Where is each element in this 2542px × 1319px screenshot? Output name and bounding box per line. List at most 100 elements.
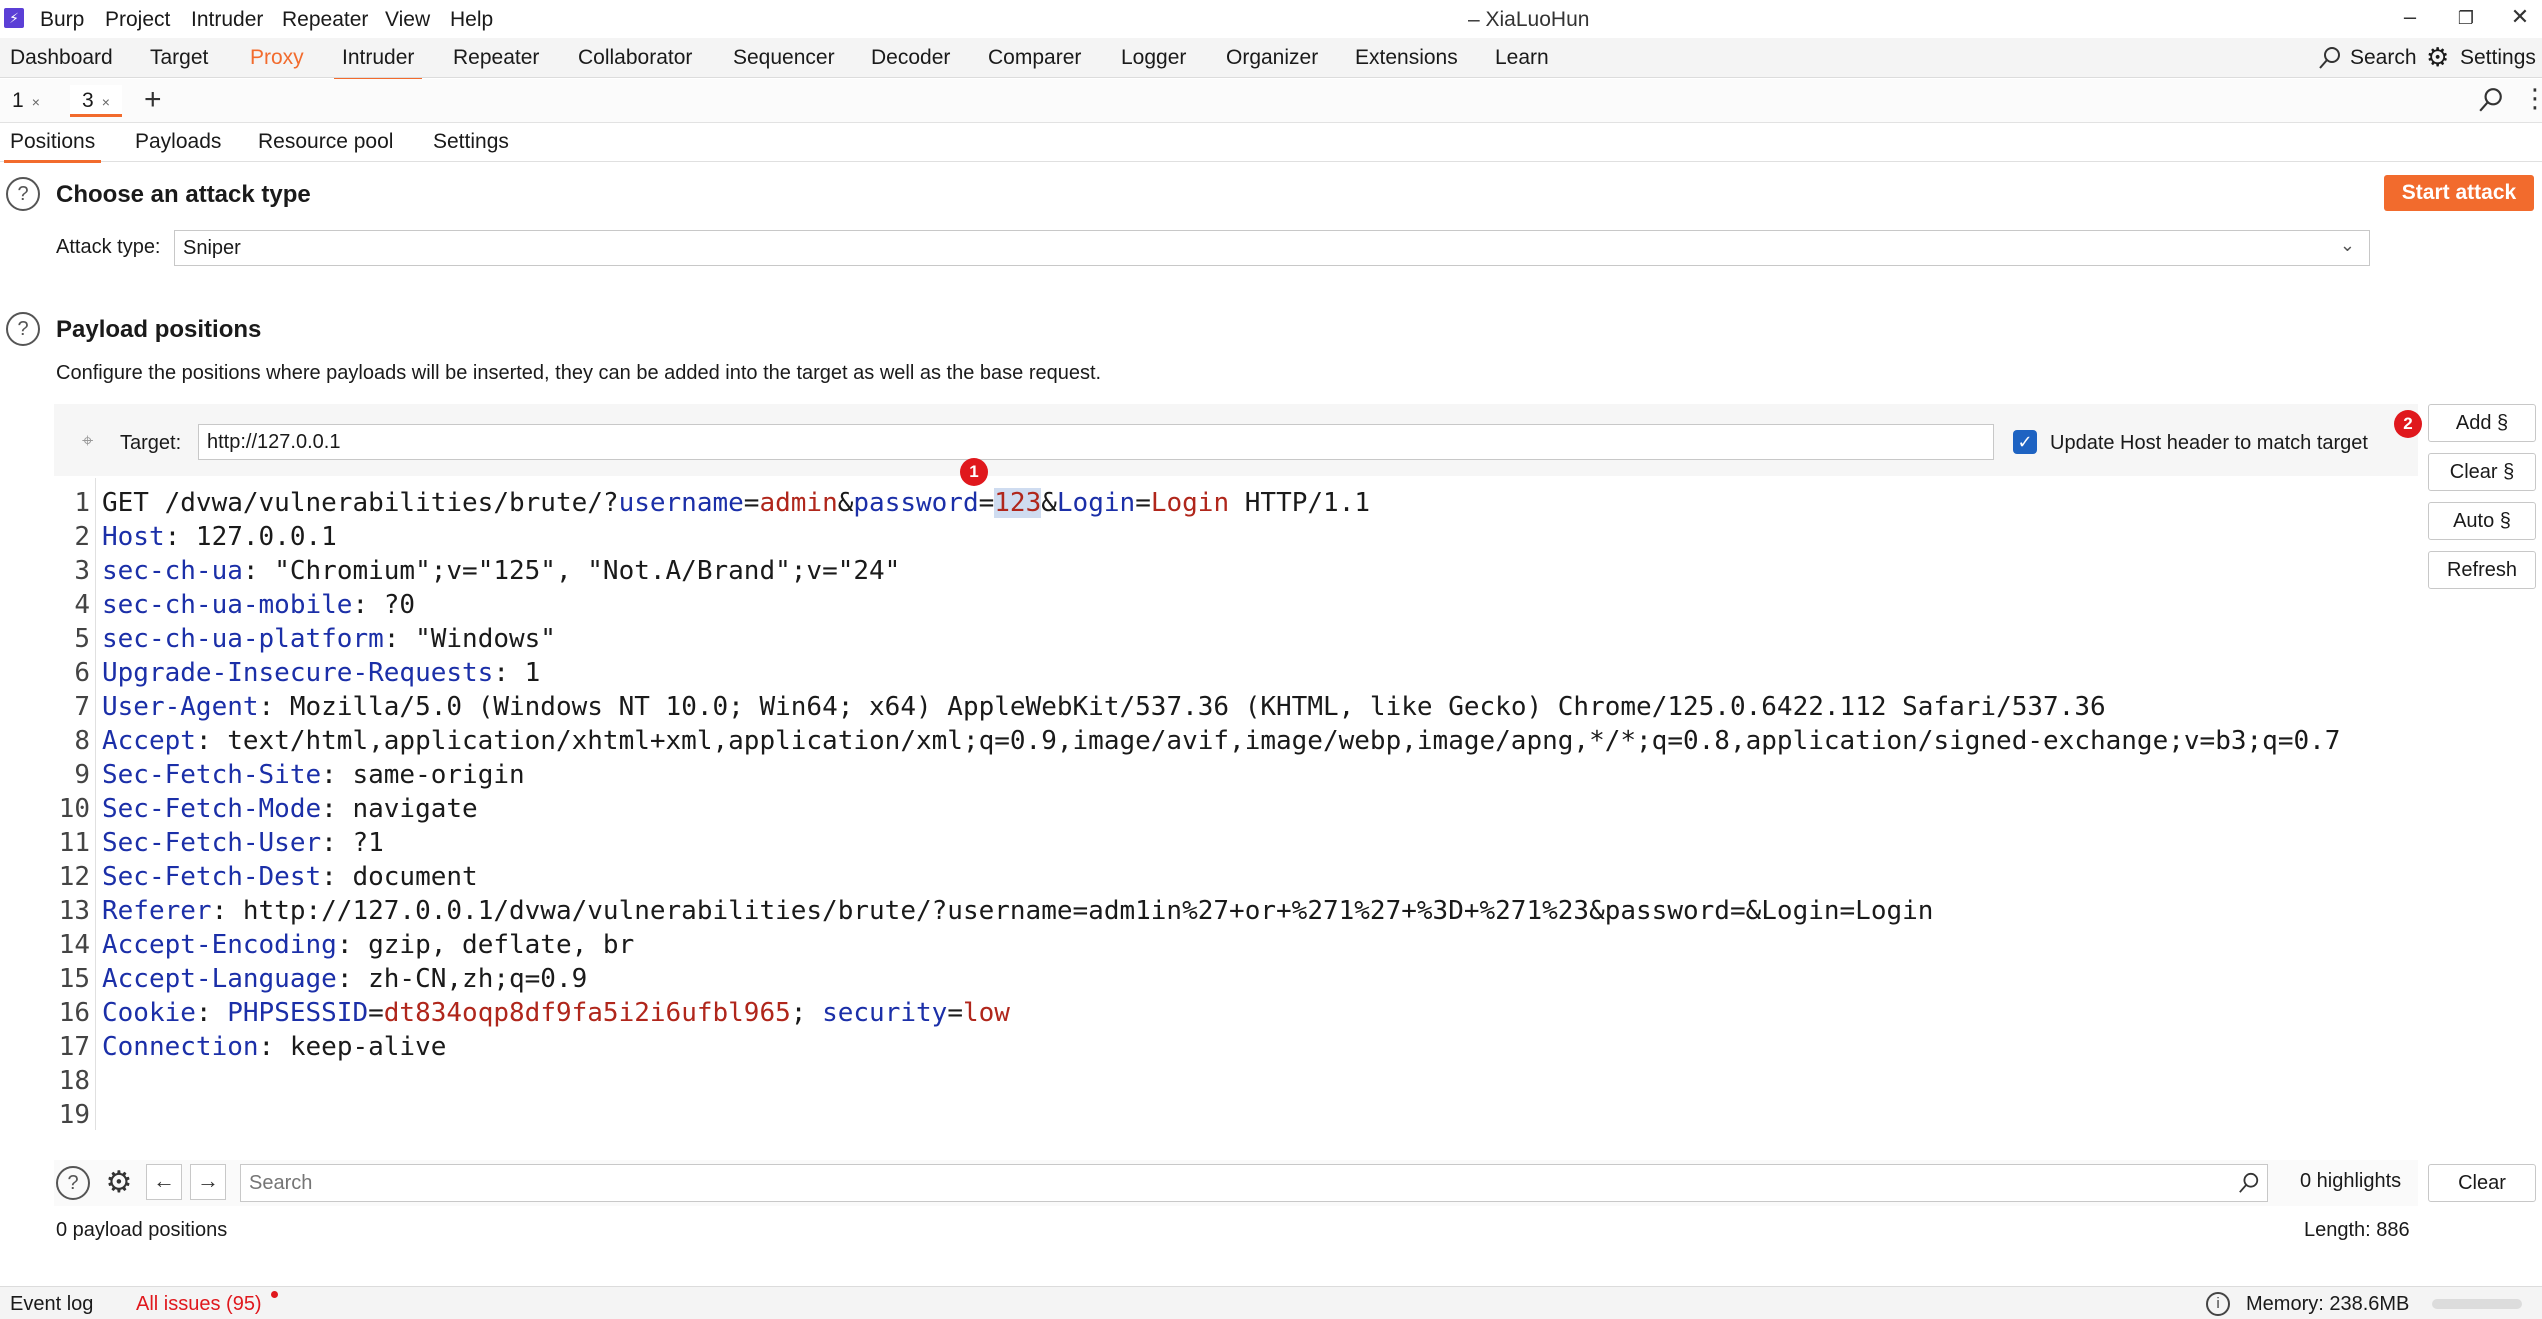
header-line: sec-ch-ua: "Chromium";v="125", "Not.A/Br…: [102, 556, 901, 586]
clear-markers-button[interactable]: Clear §: [2428, 453, 2536, 491]
header-name: Accept-Language: [102, 964, 337, 994]
target-input[interactable]: http://127.0.0.1: [198, 424, 1994, 460]
header-name: Accept: [102, 726, 196, 756]
settings-button[interactable]: Settings: [2460, 46, 2536, 70]
menu-help[interactable]: Help: [450, 8, 493, 32]
help-icon[interactable]: ?: [56, 1166, 90, 1200]
add-marker-button[interactable]: Add §: [2428, 404, 2536, 442]
close-tab-icon[interactable]: ×: [102, 94, 110, 110]
request-line: GET /dvwa/vulnerabilities/brute/?usernam…: [102, 488, 1371, 518]
gear-icon[interactable]: ⚙: [2426, 42, 2449, 73]
tab-learn[interactable]: Learn: [1495, 46, 1549, 70]
header-name: Sec-Fetch-Site: [102, 760, 322, 790]
header-name: sec-ch-ua: [102, 556, 243, 586]
menu-repeater[interactable]: Repeater: [282, 8, 368, 32]
search-icon[interactable]: [2478, 87, 2504, 118]
header-line: Host: 127.0.0.1: [102, 522, 337, 552]
tab-extensions[interactable]: Extensions: [1355, 46, 1458, 70]
tab-proxy[interactable]: Proxy: [250, 46, 304, 70]
menu-burp[interactable]: Burp: [40, 8, 84, 32]
cookie-key: PHPSESSID: [227, 998, 369, 1028]
instance-tab-3[interactable]: 3 ×: [70, 85, 122, 117]
param-value: Login: [1150, 488, 1230, 518]
line-number: 16: [58, 998, 90, 1028]
tab-settings[interactable]: Settings: [433, 130, 509, 154]
line-number: 5: [74, 624, 90, 654]
tab-target[interactable]: Target: [150, 46, 208, 70]
gear-icon[interactable]: ⚙: [100, 1164, 138, 1202]
tab-logger[interactable]: Logger: [1121, 46, 1186, 70]
tab-decoder[interactable]: Decoder: [871, 46, 950, 70]
tab-comparer[interactable]: Comparer: [988, 46, 1081, 70]
close-tab-icon[interactable]: ×: [32, 94, 40, 110]
intruder-instance-tabs: 1 × 3 × + ⋮: [0, 79, 2542, 123]
info-icon[interactable]: i: [2206, 1292, 2230, 1316]
title-bar: ⚡ Burp Project Intruder Repeater View He…: [0, 0, 2542, 38]
restore-icon[interactable]: ❐: [2446, 8, 2486, 29]
cookie-value: low: [962, 998, 1010, 1028]
update-host-checkbox[interactable]: ✓: [2013, 430, 2037, 454]
header-value: 127.0.0.1: [180, 522, 337, 552]
minimize-icon[interactable]: –: [2390, 4, 2430, 30]
header-value: Mozilla/5.0 (Windows NT 10.0; Win64; x64…: [274, 692, 2106, 722]
editor-search-input[interactable]: [240, 1164, 2268, 1202]
clear-search-button[interactable]: Clear: [2428, 1164, 2536, 1202]
line-number: 14: [58, 930, 90, 960]
tab-intruder[interactable]: Intruder: [333, 46, 423, 81]
event-log-button[interactable]: Event log: [10, 1293, 93, 1316]
header-value: text/html,application/xhtml+xml,applicat…: [211, 726, 2341, 756]
header-name: User-Agent: [102, 692, 259, 722]
menu-intruder[interactable]: Intruder: [191, 8, 263, 32]
tab-repeater[interactable]: Repeater: [453, 46, 539, 70]
line-number: 3: [74, 556, 90, 586]
crosshair-icon: ⌖: [82, 430, 94, 452]
global-search-button[interactable]: Search: [2350, 46, 2417, 70]
header-line: sec-ch-ua-mobile: ?0: [102, 590, 416, 620]
all-issues-button[interactable]: All issues (95): [136, 1293, 262, 1316]
header-line: Sec-Fetch-Dest: document: [102, 862, 478, 892]
add-tab-icon[interactable]: +: [144, 83, 162, 117]
header-name: Referer: [102, 896, 212, 926]
header-value: zh-CN,zh;q=0.9: [352, 964, 588, 994]
refresh-button[interactable]: Refresh: [2428, 551, 2536, 589]
param-key: password: [853, 488, 979, 518]
annotation-badge-1: 1: [960, 458, 988, 486]
cookie-value: dt834oqp8df9fa5i2i6ufbl965: [383, 998, 791, 1028]
tab-sequencer[interactable]: Sequencer: [733, 46, 835, 70]
header-line: Accept: text/html,application/xhtml+xml,…: [102, 726, 2341, 756]
menu-view[interactable]: View: [385, 8, 430, 32]
header-line: Cookie: PHPSESSID=dt834oqp8df9fa5i2i6ufb…: [102, 998, 1010, 1028]
tab-dashboard[interactable]: Dashboard: [10, 46, 113, 70]
tab-collaborator[interactable]: Collaborator: [578, 46, 692, 70]
menu-project[interactable]: Project: [105, 8, 170, 32]
line-number: 6: [74, 658, 90, 688]
auto-markers-button[interactable]: Auto §: [2428, 502, 2536, 540]
header-value: 1: [509, 658, 541, 688]
help-icon[interactable]: ?: [6, 177, 40, 211]
header-name: Sec-Fetch-User: [102, 828, 322, 858]
header-name: Accept-Encoding: [102, 930, 337, 960]
line-number: 8: [74, 726, 90, 756]
tab-payloads[interactable]: Payloads: [135, 130, 221, 154]
attack-type-select[interactable]: Sniper ⌄: [174, 230, 2370, 266]
header-value: ?1: [336, 828, 384, 858]
close-icon[interactable]: ✕: [2500, 4, 2540, 30]
header-line: Sec-Fetch-Site: same-origin: [102, 760, 525, 790]
annotation-badge-2: 2: [2394, 410, 2422, 438]
start-attack-button[interactable]: Start attack: [2384, 175, 2534, 211]
more-options-icon[interactable]: ⋮: [2522, 83, 2542, 114]
tab-positions[interactable]: Positions: [3, 130, 102, 163]
tab-organizer[interactable]: Organizer: [1226, 46, 1318, 70]
arrow-left-icon[interactable]: ←: [146, 1164, 182, 1200]
request-editor[interactable]: 1 2 3 4 5 6 7 8 9 10 11 12 13 14 15 16 1…: [54, 478, 2418, 1130]
search-icon[interactable]: [2318, 46, 2342, 76]
header-value: "Windows": [399, 624, 556, 654]
help-icon[interactable]: ?: [6, 312, 40, 346]
attack-type-heading: Choose an attack type: [56, 181, 311, 208]
update-host-label: Update Host header to match target: [2050, 432, 2368, 454]
instance-tab-1[interactable]: 1 ×: [0, 85, 52, 117]
tab-resource-pool[interactable]: Resource pool: [258, 130, 393, 154]
line-number-gutter: 1 2 3 4 5 6 7 8 9 10 11 12 13 14 15 16 1…: [54, 478, 96, 1130]
arrow-right-icon[interactable]: →: [190, 1164, 226, 1200]
selected-password-value[interactable]: 123: [994, 488, 1042, 518]
